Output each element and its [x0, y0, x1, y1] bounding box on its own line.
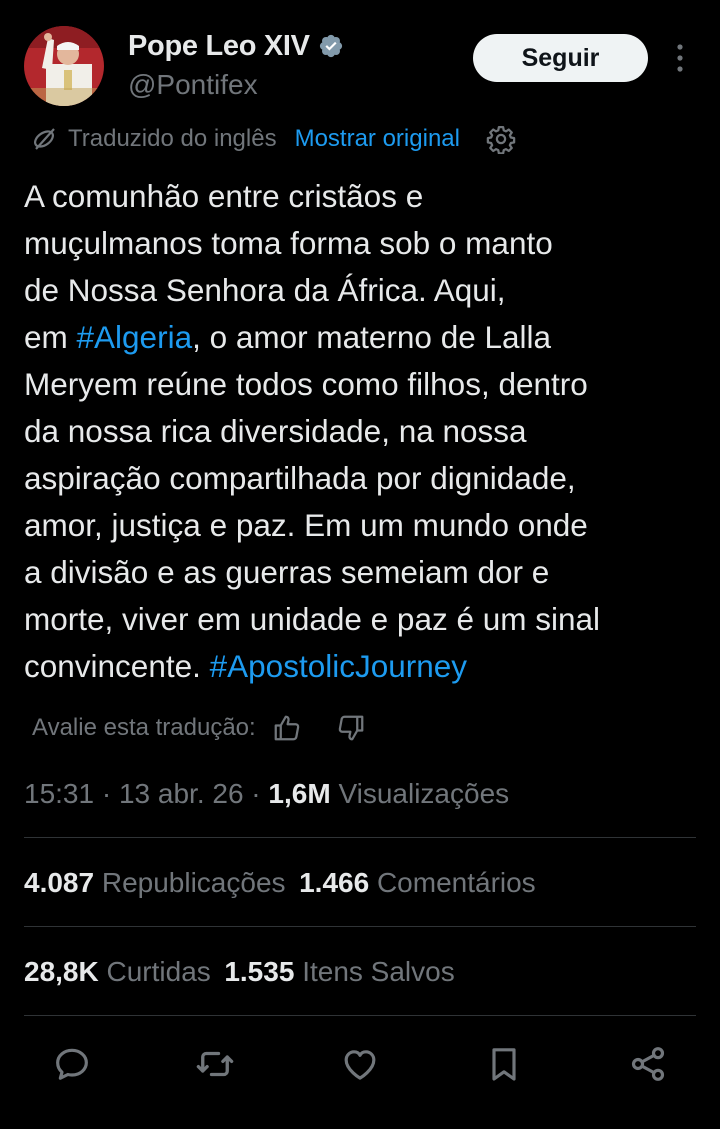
repost-icon [196, 1051, 234, 1077]
comments-count: 1.466 [299, 867, 370, 898]
show-original-link[interactable]: Mostrar original [295, 125, 460, 153]
author-handle[interactable]: @Pontifex [128, 66, 344, 104]
tweet-time[interactable]: 15:31 [24, 778, 94, 810]
tweet-text-part-2: , o amor materno de Lalla Meryem reúne t… [24, 319, 601, 684]
tweet-header: Pope Leo XIV @Pontifex Seguir [24, 24, 696, 108]
settings-gear-icon[interactable] [486, 124, 516, 154]
author-display-name: Pope Leo XIV [128, 30, 310, 62]
avatar[interactable] [24, 26, 104, 106]
author-name-row[interactable]: Pope Leo XIV [128, 28, 344, 64]
reply-button[interactable] [48, 1040, 96, 1088]
comments-label: Comentários [376, 867, 536, 898]
avatar-image [24, 26, 104, 106]
like-icon [344, 1050, 376, 1080]
translation-bar: Traduzido do inglês Mostrar original [30, 120, 516, 158]
reposts-label: Republicações [101, 867, 286, 898]
comments-stat[interactable]: 1.466 Comentários [299, 867, 536, 899]
views-label: Visualizações [338, 778, 510, 809]
hashtag-apostolic-journey[interactable]: #ApostolicJourney [210, 648, 467, 684]
verified-badge-icon [318, 33, 344, 59]
like-button[interactable] [336, 1040, 384, 1088]
translation-notice: Traduzido do inglês [68, 125, 277, 152]
translate-icon [30, 124, 60, 154]
repost-button[interactable] [191, 1040, 239, 1088]
author-block: Pope Leo XIV @Pontifex [128, 28, 344, 104]
reply-icon [56, 1048, 88, 1080]
views-count: 1,6M [268, 778, 331, 809]
share-icon [631, 1047, 665, 1081]
tweet-meta: 15:31 · 13 abr. 26 · 1,6M Visualizações [24, 778, 510, 810]
saves-stat[interactable]: 1.535 Itens Salvos [224, 956, 454, 988]
rate-translation-label: Avalie esta tradução: [32, 714, 256, 741]
stats-row-reposts-comments: 4.087 Republicações 1.466 Comentários [24, 863, 536, 903]
thumbs-down-icon[interactable] [336, 713, 366, 743]
divider [24, 926, 696, 927]
divider [24, 837, 696, 838]
action-bar [0, 1040, 720, 1088]
bookmark-button[interactable] [480, 1040, 528, 1088]
likes-label: Curtidas [106, 956, 211, 987]
more-icon[interactable] [670, 42, 690, 74]
reposts-count: 4.087 [24, 867, 95, 898]
saves-count: 1.535 [224, 956, 295, 987]
divider [24, 1015, 696, 1016]
likes-count: 28,8K [24, 956, 99, 987]
saves-label: Itens Salvos [302, 956, 455, 987]
bookmark-icon [492, 1048, 516, 1081]
tweet-date[interactable]: 13 abr. 26 [119, 778, 244, 810]
stats-row-likes-saves: 28,8K Curtidas 1.535 Itens Salvos [24, 952, 455, 992]
share-button[interactable] [624, 1040, 672, 1088]
rate-translation-row: Avalie esta tradução: [32, 708, 366, 748]
tweet-text: A comunhão entre cristãos e muçulmanos t… [24, 173, 704, 690]
thumbs-up-icon[interactable] [272, 713, 302, 743]
likes-stat[interactable]: 28,8K Curtidas [24, 956, 211, 988]
hashtag-algeria[interactable]: #Algeria [77, 319, 193, 355]
follow-button[interactable]: Seguir [473, 34, 648, 82]
reposts-stat[interactable]: 4.087 Republicações [24, 867, 286, 899]
